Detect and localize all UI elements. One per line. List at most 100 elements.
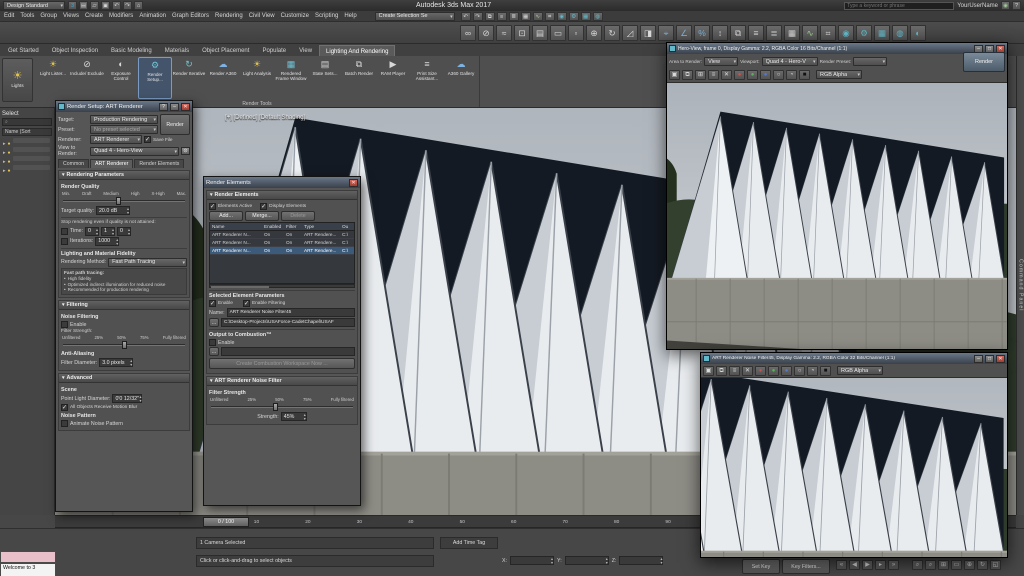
tab-art-renderer[interactable]: ART Renderer bbox=[90, 159, 134, 168]
help-button[interactable] bbox=[159, 102, 168, 111]
render-a360-button[interactable]: ☁ Render A360 bbox=[206, 57, 240, 99]
schematic-view-small-icon[interactable]: ⌗ bbox=[544, 11, 555, 21]
rollout-header[interactable]: ART Renderer Noise Filter bbox=[207, 377, 357, 386]
material-editor-small-icon[interactable]: ◉ bbox=[556, 11, 567, 21]
mirror-small-icon[interactable]: ⧉ bbox=[484, 11, 495, 21]
channel-green-icon[interactable]: ● bbox=[747, 69, 758, 80]
render-quality-slider[interactable] bbox=[63, 197, 185, 205]
rendering-method-dropdown[interactable]: Fast Path Tracing bbox=[108, 257, 187, 267]
render-production-icon[interactable]: ◍ bbox=[892, 24, 908, 41]
save-image-icon[interactable]: ▣ bbox=[703, 365, 714, 376]
select-and-link-icon[interactable]: ∞ bbox=[460, 24, 476, 41]
select-by-name-icon[interactable]: ▤ bbox=[532, 24, 548, 41]
minimize-button[interactable] bbox=[974, 354, 983, 363]
percent-snap-icon[interactable]: % bbox=[694, 24, 710, 41]
named-selection-sets-dropdown[interactable]: Create Selection Se bbox=[374, 11, 455, 21]
light-lister-button[interactable]: ☀ Light Lister... bbox=[36, 57, 70, 99]
filter-strength-slider[interactable] bbox=[63, 341, 185, 349]
expand-icon[interactable] bbox=[3, 159, 6, 177]
angle-snap-icon[interactable]: ∠ bbox=[676, 24, 692, 41]
clear-image-icon[interactable]: ✕ bbox=[742, 365, 753, 376]
light-analysis-button[interactable]: ☀ Light Analysis bbox=[240, 57, 274, 99]
time-seconds-spinner[interactable]: 0 bbox=[117, 226, 132, 236]
key-filters-button[interactable]: Key Filters... bbox=[782, 559, 830, 574]
redo-icon[interactable]: ↷ bbox=[123, 1, 132, 10]
clone-rendered-frame-icon[interactable]: ⊞ bbox=[695, 69, 706, 80]
filter-diameter-spinner[interactable]: 3.0 pixels bbox=[99, 358, 134, 367]
tab-materials[interactable]: Materials bbox=[159, 45, 195, 56]
render-elements-titlebar[interactable]: Render Elements bbox=[204, 177, 360, 188]
maxscript-listener-white[interactable]: Welcome to 3 bbox=[0, 563, 56, 576]
previous-frame-icon[interactable]: ◀ bbox=[849, 560, 860, 570]
render-preset-dropdown[interactable] bbox=[853, 57, 888, 66]
create-combustion-workspace-button[interactable]: Create Combustion Workspace Now ... bbox=[209, 358, 355, 369]
point-light-diameter-spinner[interactable]: 0'0 12/32" bbox=[112, 394, 143, 403]
play-animation-icon[interactable]: ▶ bbox=[862, 560, 873, 570]
noise-strength-slider[interactable] bbox=[211, 403, 353, 411]
combustion-path-field[interactable] bbox=[221, 347, 355, 356]
tab-lighting-and-rendering[interactable]: Lighting And Rendering bbox=[319, 45, 396, 56]
select-and-scale-icon[interactable]: ◿ bbox=[622, 24, 638, 41]
render-production-small-icon[interactable]: ◍ bbox=[592, 11, 603, 21]
close-button[interactable] bbox=[181, 102, 190, 111]
menu-views[interactable]: Views bbox=[63, 13, 79, 19]
z-coordinate-field[interactable] bbox=[619, 556, 664, 565]
layer-explorer-icon[interactable]: ≣ bbox=[766, 24, 782, 41]
project-folder-icon[interactable]: ⌂ bbox=[134, 1, 143, 10]
menu-rendering[interactable]: Rendering bbox=[215, 13, 243, 19]
menu-customize[interactable]: Customize bbox=[281, 13, 309, 19]
save-file-icon[interactable]: ▣ bbox=[101, 1, 110, 10]
rollout-header[interactable]: Rendering Parameters bbox=[59, 171, 189, 180]
channel-blue-icon[interactable]: ● bbox=[760, 69, 771, 80]
rendered-image[interactable] bbox=[701, 378, 1007, 557]
rendered-image[interactable] bbox=[667, 83, 1007, 349]
viewport-dropdown[interactable]: Quad 4 - Hero-V bbox=[761, 57, 818, 66]
channel-alpha-icon[interactable]: ○ bbox=[773, 69, 784, 80]
render-button[interactable]: Render bbox=[963, 51, 1005, 72]
copy-image-icon[interactable]: ⧉ bbox=[716, 365, 727, 376]
y-coordinate-field[interactable] bbox=[564, 556, 609, 565]
minimize-button[interactable] bbox=[170, 102, 179, 111]
iterations-checkbox[interactable] bbox=[61, 237, 68, 245]
scene-explorer-row[interactable] bbox=[2, 163, 52, 172]
display-elements-checkbox[interactable] bbox=[260, 203, 268, 210]
background-color-swatch[interactable]: ■ bbox=[820, 365, 831, 376]
channel-mono-icon[interactable]: ◔ bbox=[786, 69, 797, 80]
add-time-tag[interactable]: Add Time Tag bbox=[440, 537, 498, 549]
rollout-header[interactable]: Advanced bbox=[59, 374, 189, 383]
select-object-icon[interactable]: ⊡ bbox=[514, 24, 530, 41]
tab-populate[interactable]: Populate bbox=[256, 45, 292, 56]
bind-to-spacewarp-icon[interactable]: ≈ bbox=[496, 24, 512, 41]
time-slider[interactable]: 0 / 100 bbox=[203, 517, 249, 527]
add-element-button[interactable]: Add... bbox=[209, 211, 243, 221]
rendered-frame-small-icon[interactable]: ▦ bbox=[580, 11, 591, 21]
save-image-icon[interactable]: ▣ bbox=[669, 69, 680, 80]
lights-panel-button[interactable]: ☀ Lights bbox=[2, 58, 33, 102]
ram-player-button[interactable]: ▶ RAM Player bbox=[376, 57, 410, 99]
schematic-view-icon[interactable]: ⌗ bbox=[820, 24, 836, 41]
search-input[interactable] bbox=[844, 1, 955, 10]
next-frame-icon[interactable]: ▸ bbox=[875, 560, 886, 570]
render-setup-icon[interactable]: ⚙ bbox=[856, 24, 872, 41]
align-icon[interactable]: ≡ bbox=[748, 24, 764, 41]
print-image-icon[interactable]: ≡ bbox=[708, 69, 719, 80]
noise-window-titlebar[interactable]: ART Renderer Noise Filter45, Display Gam… bbox=[701, 353, 1007, 364]
channel-display-dropdown[interactable]: RGB Alpha bbox=[816, 70, 862, 79]
align-small-icon[interactable]: ≡ bbox=[496, 11, 507, 21]
graphite-ribbon-icon[interactable]: ▦ bbox=[784, 24, 800, 41]
close-button[interactable] bbox=[996, 354, 1005, 363]
viewport-label[interactable]: [+] [Defined] [Default Shading] bbox=[225, 115, 305, 121]
table-row[interactable]: ART Renderer N... On On ART Rendere... C:\ bbox=[210, 239, 354, 247]
zoom-all-icon[interactable]: ⌕ bbox=[925, 560, 936, 570]
time-checkbox[interactable] bbox=[61, 227, 68, 235]
go-to-start-icon[interactable]: « bbox=[836, 560, 847, 570]
render-elements-table[interactable]: Name Enabled Filter Type Ou ART Renderer N..… bbox=[209, 222, 355, 284]
clear-image-icon[interactable]: ✕ bbox=[721, 69, 732, 80]
table-row-selected[interactable]: ART Renderer N... On On ART Rendere... C:\ bbox=[210, 247, 354, 255]
browse-combustion-button[interactable]: ... bbox=[209, 347, 219, 356]
rendered-frame-window-icon[interactable]: ▦ bbox=[874, 24, 890, 41]
rollout-header[interactable]: Filtering bbox=[59, 301, 189, 311]
elements-active-checkbox[interactable] bbox=[209, 203, 216, 210]
output-path-field[interactable]: C:\Desktop-Projects\USAForce-CadetChapel… bbox=[221, 318, 355, 327]
tab-get-started[interactable]: Get Started bbox=[2, 45, 45, 56]
